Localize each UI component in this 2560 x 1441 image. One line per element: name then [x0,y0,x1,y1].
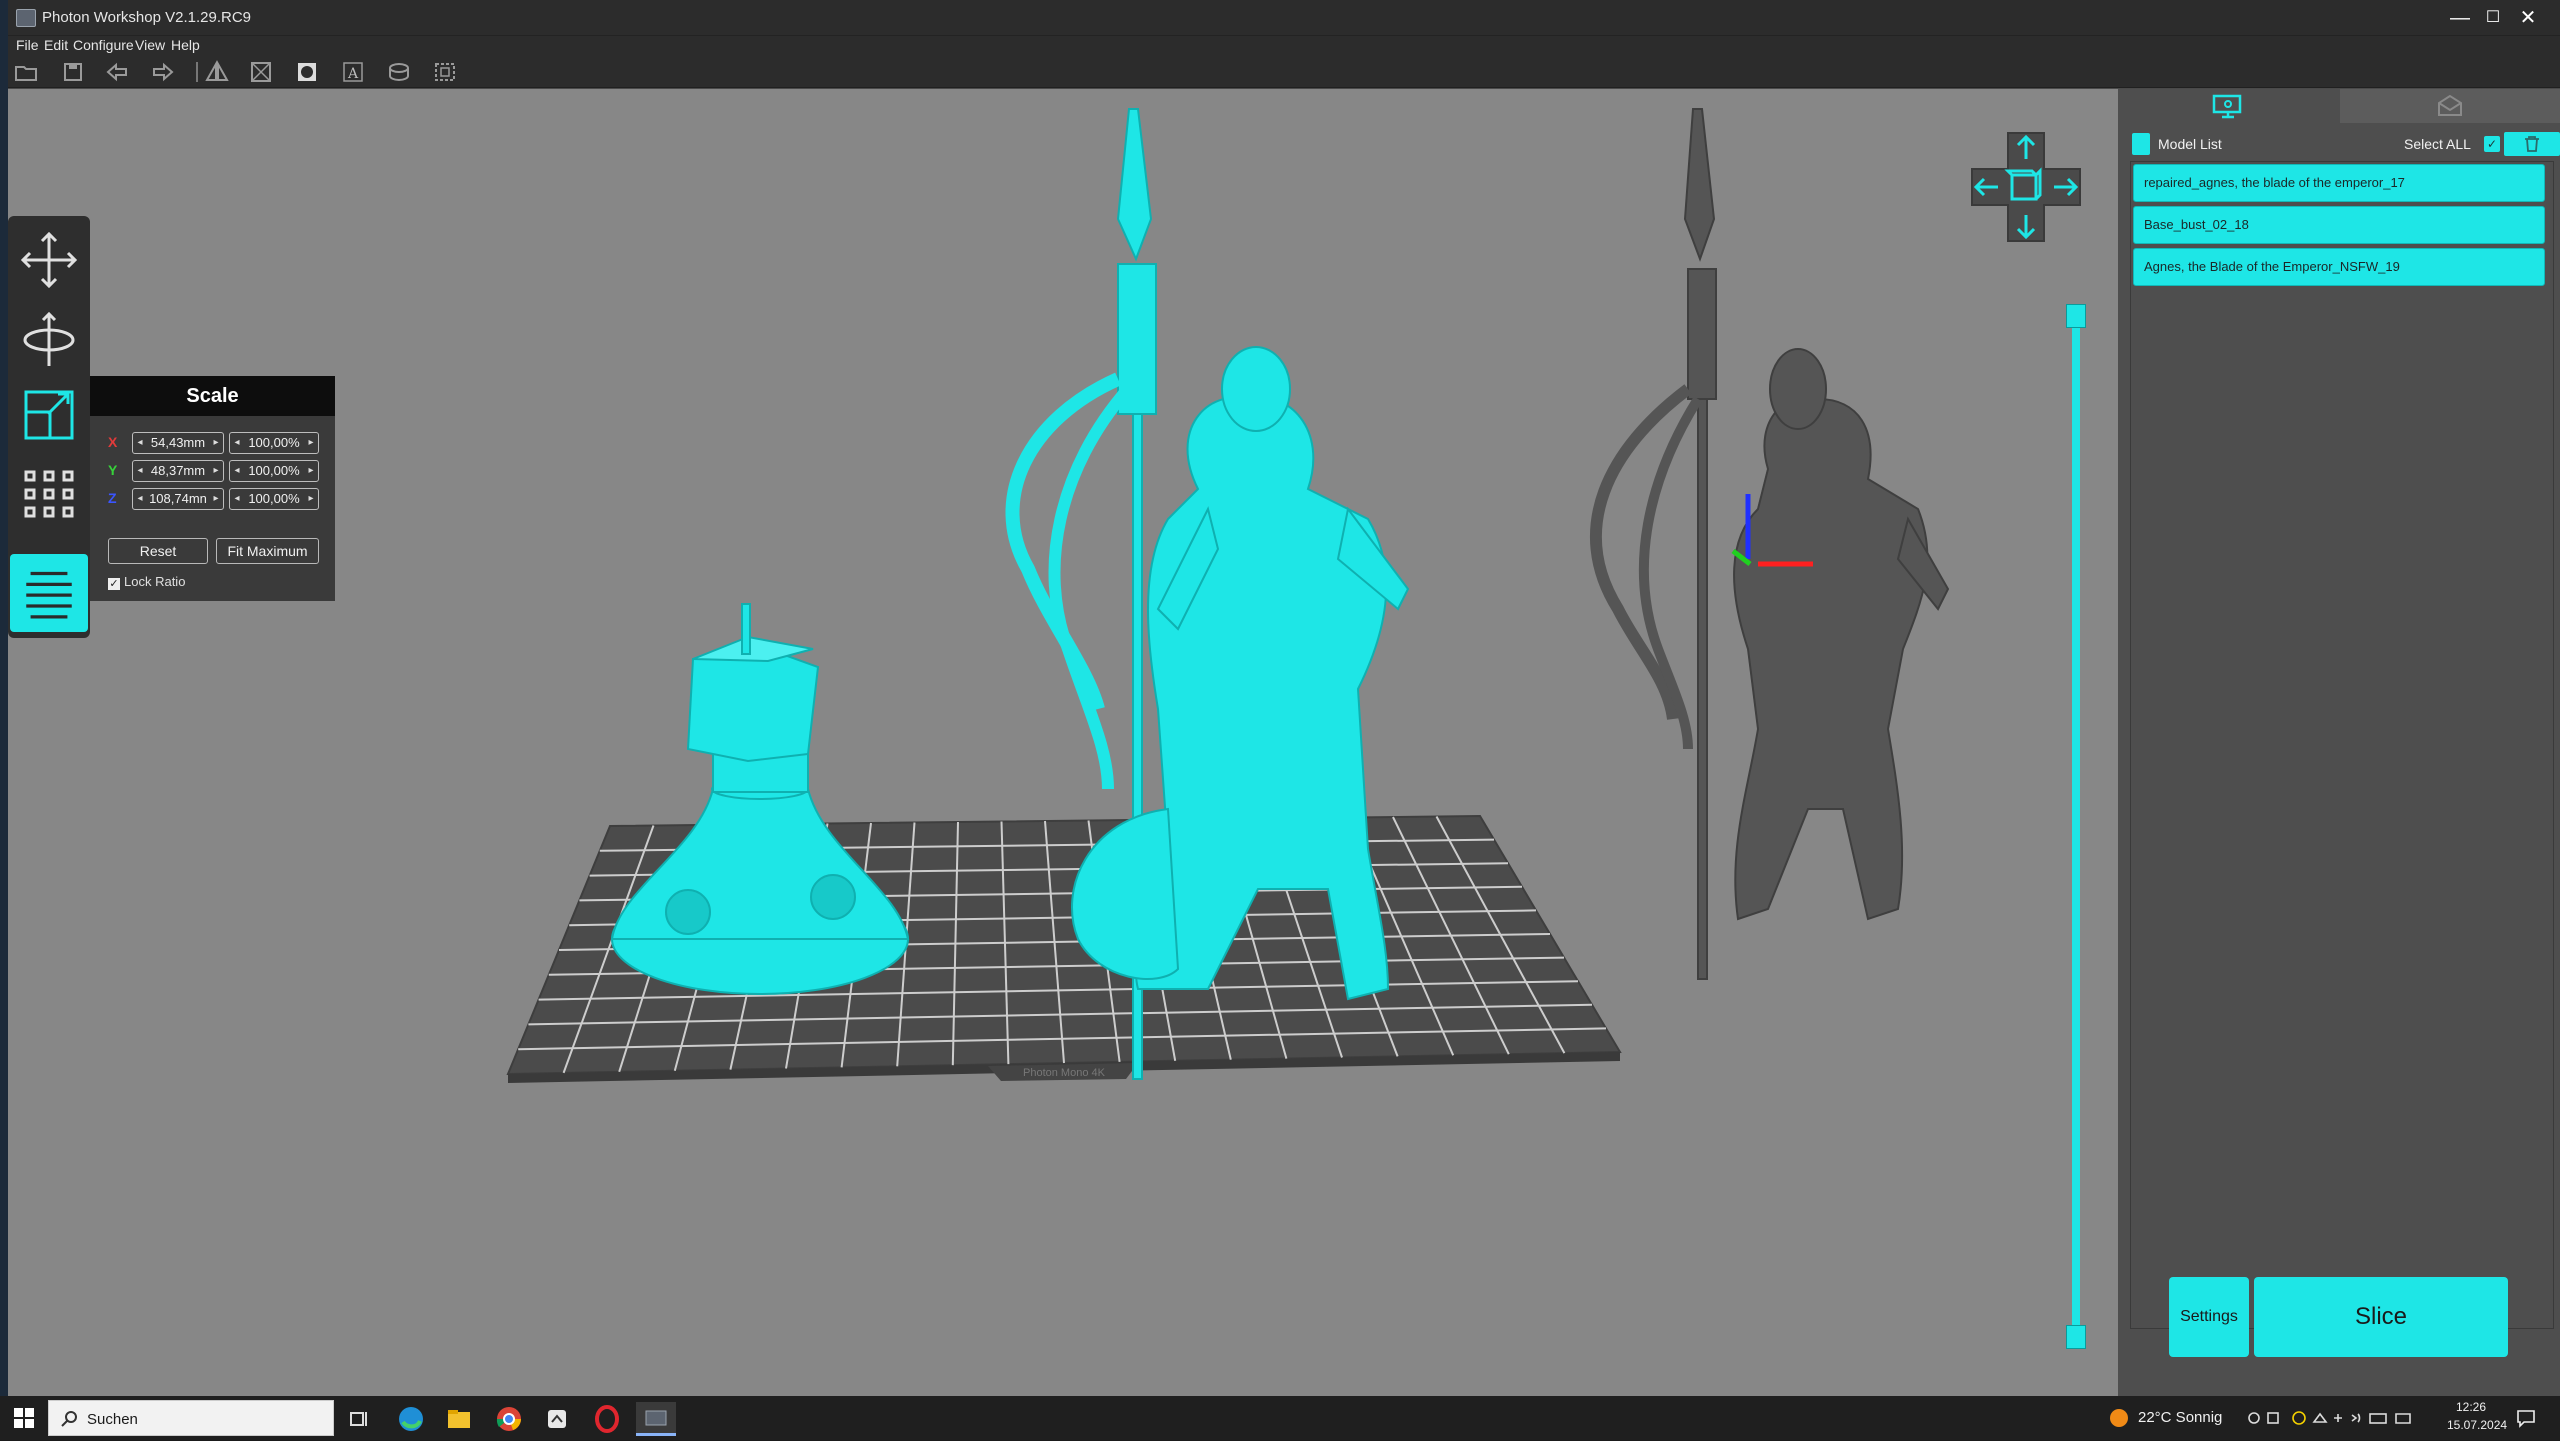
hollow-icon[interactable] [246,60,276,84]
close-button[interactable]: ✕ [2505,0,2551,36]
delete-models-button[interactable] [2504,132,2560,156]
z-percent-value: 100,00% [248,491,300,506]
z-size-input[interactable]: ◂ 108,74mn ▸ [132,488,224,510]
layer-slider-track[interactable] [2072,310,2080,1340]
layers-icon[interactable] [10,554,88,632]
menu-configure[interactable]: Configure [73,37,134,53]
svg-text:A: A [347,66,359,82]
weather-text[interactable]: 22°C Sonnig [2138,1409,2222,1426]
weather-icon [2110,1409,2128,1427]
lock-ratio-checkbox[interactable]: ✓ Lock Ratio [108,574,185,590]
tool-palette [8,216,90,638]
x-size-input[interactable]: ◂ 54,43mm ▸ [132,432,224,454]
taskbar: Suchen 22°C Sonnig 12:26 15.07.2024 [0,1396,2560,1440]
model-list: repaired_agnes, the blade of the emperor… [2130,161,2554,1329]
build-plate-label: Photon Mono 4K [1023,1067,1106,1079]
edge-browser-icon[interactable] [394,1402,428,1436]
system-tray-icons[interactable] [2246,1408,2416,1428]
notification-icon[interactable] [2516,1408,2536,1428]
monitor-icon [2212,94,2242,119]
menu-file[interactable]: File [16,37,39,53]
model-list-item[interactable]: Base_bust_02_18 [2133,206,2545,244]
clock-time[interactable]: 12:26 [2456,1400,2486,1414]
menu-bar: File Edit Configure View Help [0,36,2560,54]
repair-icon[interactable] [384,60,414,84]
photon-workshop-taskbar-icon[interactable] [636,1402,676,1436]
save-icon[interactable] [58,60,88,84]
app-logo-icon [16,9,36,27]
slice-button[interactable]: Slice [2254,1277,2508,1357]
rotate-icon[interactable] [14,302,84,374]
scale-icon[interactable] [14,380,84,452]
app-window: Photon Workshop V2.1.29.RC9 — ☐ ✕ File E… [0,0,2560,1440]
support-icon [2438,94,2462,116]
search-placeholder: Suchen [87,1411,138,1428]
menu-view[interactable]: View [135,37,165,53]
layer-slider-top-handle[interactable] [2066,304,2086,328]
axis-z-label: Z [108,490,117,506]
mirror-icon[interactable] [202,60,232,84]
app-icon[interactable] [540,1402,574,1436]
model-list-item[interactable]: repaired_agnes, the blade of the emperor… [2133,164,2545,202]
undo-icon[interactable] [102,60,132,84]
3d-viewport[interactable]: Photon Mono 4K [8,89,2118,1396]
chrome-icon[interactable] [492,1402,526,1436]
scene-canvas[interactable]: Photon Mono 4K [8,89,2118,1396]
y-size-value: 48,37mm [150,463,206,478]
window-edge [0,0,8,1396]
tab-support[interactable] [2340,89,2560,123]
taskbar-search-input[interactable]: Suchen [48,1400,334,1436]
model-list-header: Model List Select ALL ✓ [2132,129,2560,157]
model-agnes-nsfw[interactable] [1589,108,1950,980]
fit-maximum-button[interactable]: Fit Maximum [216,538,319,564]
view-navigator[interactable] [1970,131,2082,243]
select-all-label: Select ALL [2404,136,2471,152]
y-size-input[interactable]: ◂ 48,37mm ▸ [132,460,224,482]
model-list-icon [2132,133,2150,155]
lock-ratio-label: Lock Ratio [124,574,186,589]
right-panel: Model List Select ALL ✓ repaired_agnes, … [2118,89,2560,1396]
trash-icon [2525,136,2539,152]
z-size-value: 108,74mn [149,491,207,506]
arrange-icon[interactable] [14,458,84,530]
crop-icon[interactable] [430,60,460,84]
redo-icon[interactable] [148,60,178,84]
y-percent-input[interactable]: ◂ 100,00% ▸ [229,460,319,482]
tab-model-settings[interactable] [2118,89,2338,123]
x-size-value: 54,43mm [150,435,206,450]
menu-help[interactable]: Help [171,37,200,53]
model-list-label: Model List [2158,136,2222,152]
search-icon [61,1411,77,1427]
scale-panel-title: Scale [90,376,335,416]
toolbar: A [0,54,2560,88]
x-percent-value: 100,00% [248,435,300,450]
menu-edit[interactable]: Edit [44,37,68,53]
layer-slider-bottom-handle[interactable] [2066,1325,2086,1349]
opera-icon[interactable] [590,1402,624,1436]
settings-button[interactable]: Settings [2169,1277,2249,1357]
open-file-icon[interactable] [12,60,42,84]
select-all-checkbox[interactable]: ✓ [2484,136,2500,152]
title-bar: Photon Workshop V2.1.29.RC9 — ☐ ✕ [0,0,2560,36]
task-view-icon[interactable] [342,1402,376,1436]
file-explorer-icon[interactable] [442,1402,476,1436]
y-percent-value: 100,00% [248,463,300,478]
model-base-bust[interactable] [610,603,910,995]
text-icon[interactable]: A [338,60,368,84]
z-percent-input[interactable]: ◂ 100,00% ▸ [229,488,319,510]
window-title: Photon Workshop V2.1.29.RC9 [42,9,252,26]
check-icon: ✓ [108,578,120,590]
axis-x-label: X [108,434,118,450]
x-percent-input[interactable]: ◂ 100,00% ▸ [229,432,319,454]
windows-start-icon[interactable] [14,1408,34,1428]
model-list-item[interactable]: Agnes, the Blade of the Emperor_NSFW_19 [2133,248,2545,286]
punch-hole-icon[interactable] [292,60,322,84]
layer-slider[interactable] [2066,300,2086,1355]
axis-y-label: Y [108,462,118,478]
move-icon[interactable] [14,224,84,296]
reset-button[interactable]: Reset [108,538,208,564]
clock-date[interactable]: 15.07.2024 [2447,1418,2507,1432]
panel-tabs [2118,89,2560,123]
scale-panel: Scale X ◂ 54,43mm ▸ ◂ 100,00% ▸ Y ◂ 48,37mm ▸ … [90,376,335,601]
